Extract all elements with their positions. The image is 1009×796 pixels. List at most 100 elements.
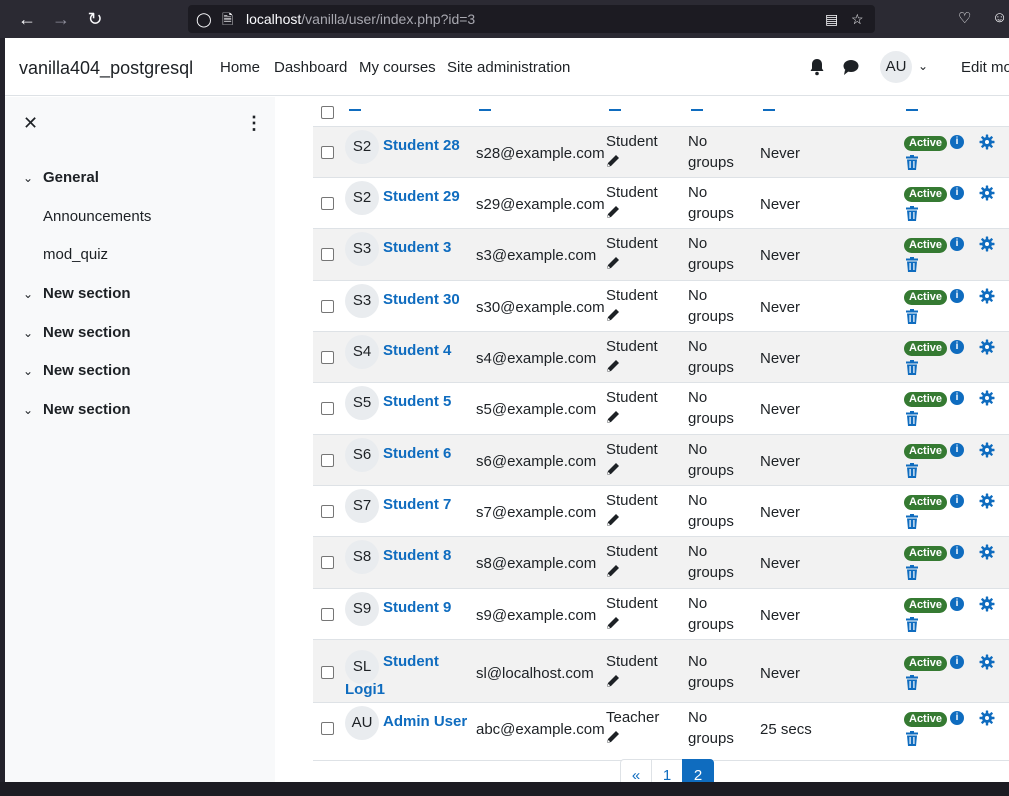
select-all-checkbox[interactable] bbox=[321, 106, 334, 119]
user-name-link[interactable]: Student 28 bbox=[383, 137, 460, 154]
info-icon[interactable]: i bbox=[950, 289, 964, 303]
trash-icon[interactable] bbox=[905, 463, 919, 478]
back-arrow-icon[interactable]: ← bbox=[16, 8, 38, 30]
activity-mod-quiz[interactable]: mod_quiz bbox=[43, 246, 108, 263]
pencil-edit-icon[interactable] bbox=[606, 204, 621, 219]
row-checkbox[interactable] bbox=[321, 454, 334, 467]
row-checkbox[interactable] bbox=[321, 666, 334, 679]
nav-home[interactable]: Home bbox=[220, 59, 260, 76]
account-icon[interactable]: ☺ bbox=[992, 9, 1007, 26]
edit-mode-label[interactable]: Edit mo bbox=[961, 59, 1009, 76]
trash-icon[interactable] bbox=[905, 411, 919, 426]
row-checkbox[interactable] bbox=[321, 505, 334, 518]
nav-my-courses[interactable]: My courses bbox=[359, 59, 436, 76]
bookmark-star-icon[interactable]: ☆ bbox=[851, 10, 864, 28]
chevron-down-icon[interactable]: ⌄ bbox=[23, 326, 43, 340]
chevron-down-icon[interactable]: ⌄ bbox=[23, 287, 43, 301]
gear-icon[interactable] bbox=[979, 442, 995, 458]
row-checkbox[interactable] bbox=[321, 556, 334, 569]
row-checkbox[interactable] bbox=[321, 351, 334, 364]
user-name-link[interactable]: Student 30 bbox=[383, 291, 460, 308]
chevron-down-icon[interactable]: ⌄ bbox=[23, 403, 43, 417]
nav-dashboard[interactable]: Dashboard bbox=[274, 59, 347, 76]
sort-indicator[interactable] bbox=[906, 109, 918, 111]
sort-indicator[interactable] bbox=[479, 109, 491, 111]
user-name-link[interactable]: Student 3 bbox=[383, 239, 451, 256]
info-icon[interactable]: i bbox=[950, 711, 964, 725]
pencil-edit-icon[interactable] bbox=[606, 255, 621, 270]
gear-icon[interactable] bbox=[979, 236, 995, 252]
info-icon[interactable]: i bbox=[950, 494, 964, 508]
pagination-prev[interactable]: « bbox=[620, 759, 652, 782]
user-name-link[interactable]: Student 29 bbox=[383, 188, 460, 205]
info-icon[interactable]: i bbox=[950, 186, 964, 200]
user-name-link[interactable]: Student 6 bbox=[383, 445, 451, 462]
pagination-page-1[interactable]: 1 bbox=[651, 759, 683, 782]
row-checkbox[interactable] bbox=[321, 197, 334, 210]
user-name-link-line2[interactable]: Logi1 bbox=[345, 681, 385, 698]
trash-icon[interactable] bbox=[905, 565, 919, 580]
trash-icon[interactable] bbox=[905, 309, 919, 324]
row-checkbox[interactable] bbox=[321, 402, 334, 415]
chevron-down-icon[interactable]: ⌄ bbox=[23, 364, 43, 378]
close-icon[interactable]: ✕ bbox=[23, 113, 38, 134]
section-new-2[interactable]: ⌄ New section bbox=[23, 324, 131, 341]
reader-view-icon[interactable]: ▤ bbox=[825, 10, 838, 28]
forward-arrow-icon[interactable]: → bbox=[50, 8, 72, 30]
gear-icon[interactable] bbox=[979, 185, 995, 201]
info-icon[interactable]: i bbox=[950, 597, 964, 611]
trash-icon[interactable] bbox=[905, 617, 919, 632]
trash-icon[interactable] bbox=[905, 155, 919, 170]
gear-icon[interactable] bbox=[979, 596, 995, 612]
gear-icon[interactable] bbox=[979, 493, 995, 509]
trash-icon[interactable] bbox=[905, 675, 919, 690]
info-icon[interactable]: i bbox=[950, 443, 964, 457]
site-name[interactable]: vanilla404_postgresql bbox=[19, 58, 193, 79]
user-name-link[interactable]: Student 7 bbox=[383, 496, 451, 513]
gear-icon[interactable] bbox=[979, 544, 995, 560]
activity-announcements[interactable]: Announcements bbox=[43, 208, 151, 225]
shield-icon[interactable]: ◯ bbox=[196, 10, 212, 28]
trash-icon[interactable] bbox=[905, 257, 919, 272]
trash-icon[interactable] bbox=[905, 731, 919, 746]
sort-indicator[interactable] bbox=[609, 109, 621, 111]
pencil-edit-icon[interactable] bbox=[606, 409, 621, 424]
info-icon[interactable]: i bbox=[950, 545, 964, 559]
trash-icon[interactable] bbox=[905, 514, 919, 529]
sort-indicator[interactable] bbox=[691, 109, 703, 111]
row-checkbox[interactable] bbox=[321, 300, 334, 313]
notification-bell-icon[interactable] bbox=[809, 58, 825, 76]
page-info-icon[interactable]: 🗎 bbox=[222, 10, 233, 28]
section-new-3[interactable]: ⌄ New section bbox=[23, 362, 131, 379]
messages-chat-icon[interactable] bbox=[842, 58, 860, 76]
user-name-link[interactable]: Student 4 bbox=[383, 342, 451, 359]
user-avatar[interactable]: AU bbox=[880, 51, 912, 83]
pagination-page-2[interactable]: 2 bbox=[682, 759, 714, 782]
pencil-edit-icon[interactable] bbox=[606, 307, 621, 322]
section-general[interactable]: ⌄ General bbox=[23, 169, 99, 186]
trash-icon[interactable] bbox=[905, 360, 919, 375]
user-name-link[interactable]: Student 9 bbox=[383, 599, 451, 616]
pencil-edit-icon[interactable] bbox=[606, 615, 621, 630]
trash-icon[interactable] bbox=[905, 206, 919, 221]
gear-icon[interactable] bbox=[979, 654, 995, 670]
user-name-link[interactable]: Student 8 bbox=[383, 547, 451, 564]
pencil-edit-icon[interactable] bbox=[606, 673, 621, 688]
user-name-link[interactable]: Student 5 bbox=[383, 393, 451, 410]
row-checkbox[interactable] bbox=[321, 608, 334, 621]
row-checkbox[interactable] bbox=[321, 146, 334, 159]
chevron-down-icon[interactable]: ⌄ bbox=[918, 59, 928, 73]
sort-indicator[interactable] bbox=[349, 109, 361, 111]
gear-icon[interactable] bbox=[979, 288, 995, 304]
pencil-edit-icon[interactable] bbox=[606, 729, 621, 744]
user-name-link[interactable]: Student bbox=[383, 653, 439, 670]
more-options-icon[interactable]: ⋮ bbox=[245, 113, 263, 134]
info-icon[interactable]: i bbox=[950, 135, 964, 149]
gear-icon[interactable] bbox=[979, 339, 995, 355]
info-icon[interactable]: i bbox=[950, 655, 964, 669]
pencil-edit-icon[interactable] bbox=[606, 512, 621, 527]
user-name-link[interactable]: Admin User bbox=[383, 713, 467, 730]
pencil-edit-icon[interactable] bbox=[606, 358, 621, 373]
reload-icon[interactable]: ↻ bbox=[84, 8, 106, 30]
gear-icon[interactable] bbox=[979, 134, 995, 150]
